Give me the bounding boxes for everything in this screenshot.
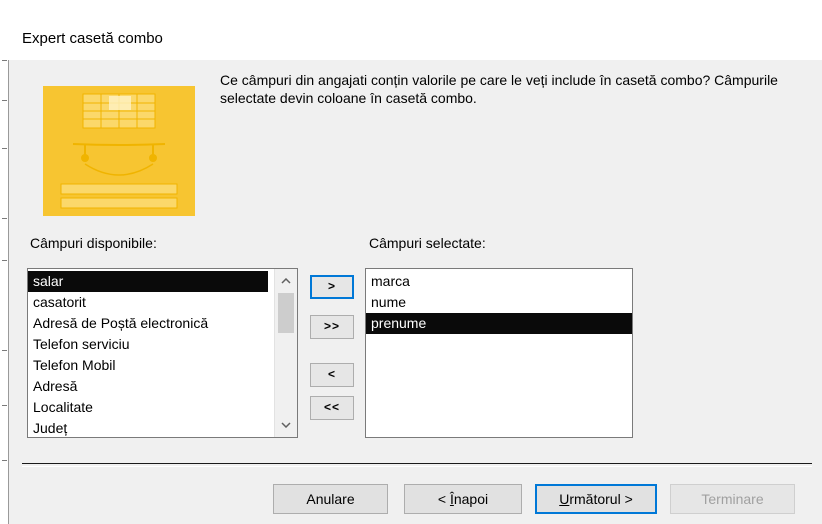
edge-tick	[2, 350, 7, 351]
list-item[interactable]: Telefon Mobil	[28, 355, 268, 376]
edge-tick	[2, 405, 7, 406]
next-label-mnemonic: U	[559, 491, 570, 507]
scroll-down-icon[interactable]	[275, 415, 297, 435]
list-item[interactable]: Adresă de Poștă electronică	[28, 313, 268, 334]
wizard-instructions: Ce câmpuri din angajati conțin valorile …	[220, 72, 778, 106]
edge-tick	[2, 60, 7, 61]
list-item[interactable]: marca	[366, 271, 632, 292]
scroll-up-icon[interactable]	[275, 271, 297, 291]
footer-separator	[22, 463, 812, 467]
next-button[interactable]: Următorul >	[535, 484, 657, 514]
available-fields-list[interactable]: salar casatorit Adresă de Poștă electron…	[27, 268, 298, 438]
back-button[interactable]: < Înapoi	[404, 484, 522, 514]
list-item[interactable]: Telefon serviciu	[28, 334, 268, 355]
edge-tick	[2, 100, 7, 101]
edge-tick	[2, 218, 7, 219]
available-fields-label: Câmpuri disponibile:	[30, 235, 157, 251]
back-label-prefix: <	[437, 491, 450, 507]
title-bar[interactable]: Expert casetă combo	[0, 0, 822, 60]
list-item[interactable]: nume	[366, 292, 632, 313]
cancel-button[interactable]: Anulare	[273, 484, 388, 514]
list-item[interactable]: salar	[28, 271, 268, 292]
list-item[interactable]: prenume	[366, 313, 632, 334]
combo-box-illustration	[43, 86, 195, 216]
next-label-rest: rmătorul >	[569, 491, 633, 507]
list-item[interactable]: Localitate	[28, 397, 268, 418]
edge-tick	[2, 148, 7, 149]
edge-tick	[2, 460, 7, 461]
vertical-scrollbar[interactable]	[274, 269, 297, 437]
add-all-fields-button[interactable]: >>	[310, 315, 354, 339]
list-item[interactable]: Județ	[28, 418, 268, 437]
window-title: Expert casetă combo	[22, 30, 163, 47]
list-item[interactable]: Adresă	[28, 376, 268, 397]
finish-button: Terminare	[670, 484, 795, 514]
selected-fields-label: Câmpuri selectate:	[369, 235, 486, 251]
scrollbar-thumb[interactable]	[278, 293, 294, 333]
back-label-rest: napoi	[453, 491, 489, 507]
remove-all-fields-button[interactable]: <<	[310, 396, 354, 420]
selected-fields-list[interactable]: marca nume prenume	[365, 268, 633, 438]
add-field-button[interactable]: >	[310, 275, 354, 299]
remove-field-button[interactable]: <	[310, 363, 354, 387]
window-left-edge	[0, 0, 8, 524]
list-item[interactable]: casatorit	[28, 292, 268, 313]
edge-tick	[2, 260, 7, 261]
